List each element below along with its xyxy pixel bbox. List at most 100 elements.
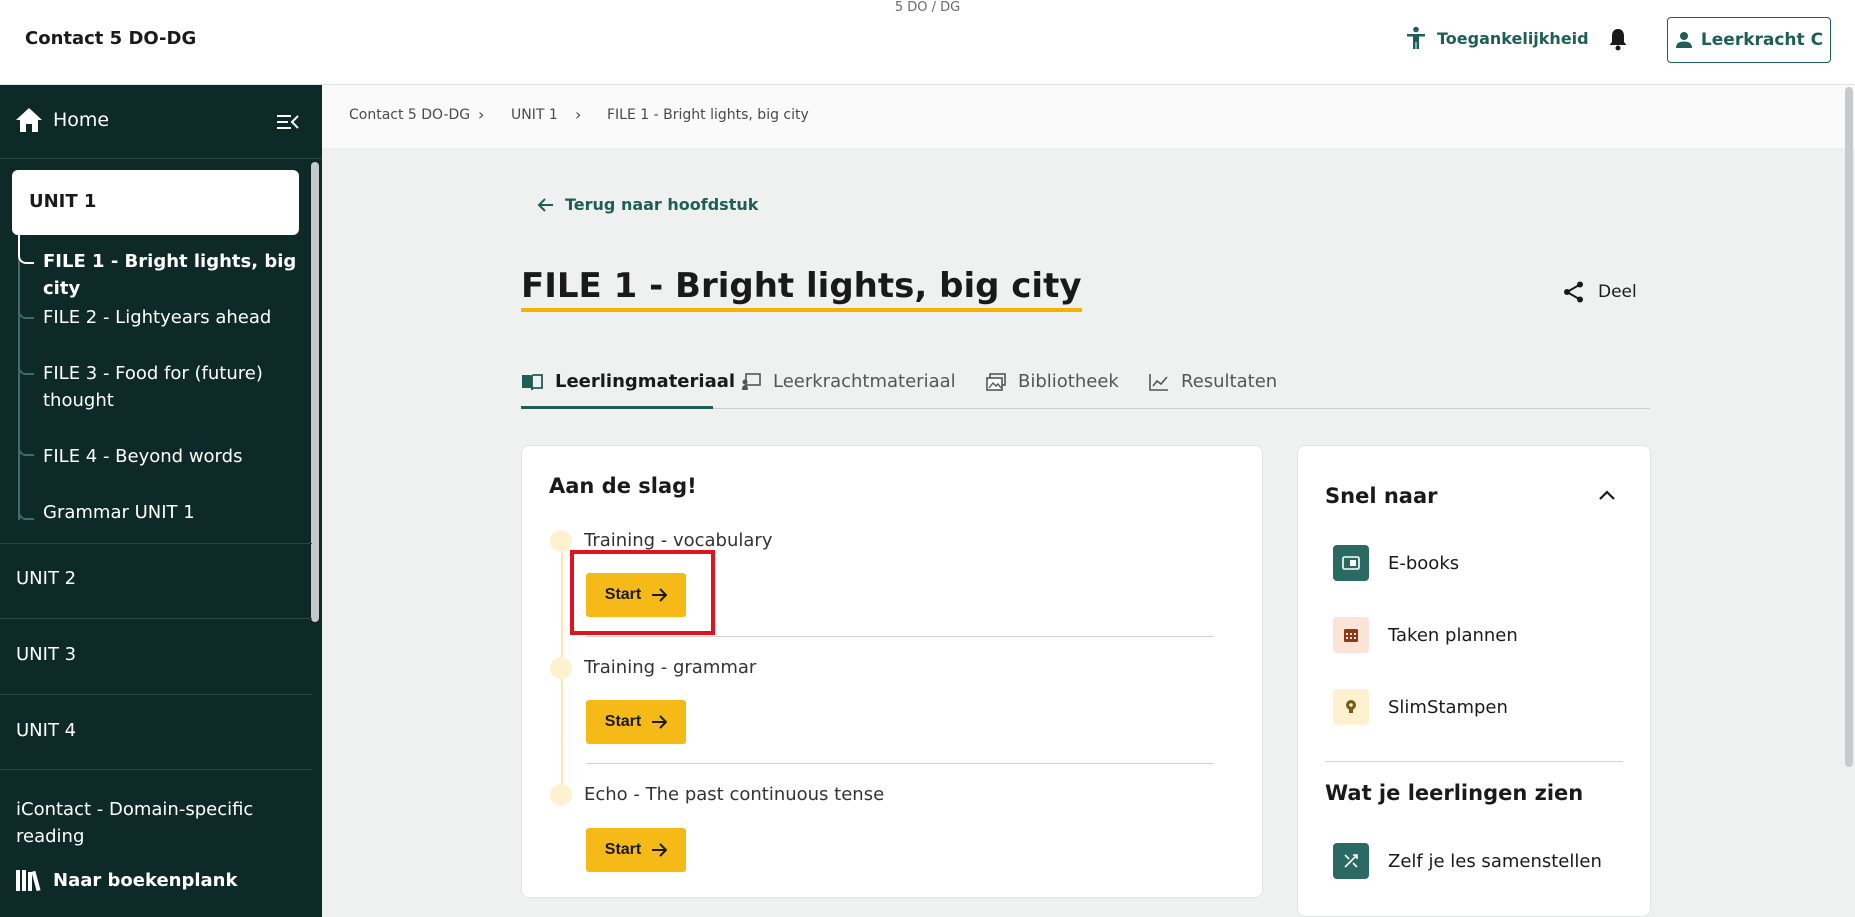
tab-label: Leerkrachtmateriaal bbox=[773, 371, 956, 392]
tab-label: Bibliotheek bbox=[1018, 371, 1119, 392]
chevron-up-icon bbox=[1599, 490, 1615, 500]
collapse-sidebar-button[interactable] bbox=[276, 113, 300, 135]
open-book-icon bbox=[522, 373, 543, 390]
arrow-right-icon bbox=[652, 843, 668, 857]
tree-elbow-active bbox=[18, 235, 34, 264]
user-label: Leerkracht C bbox=[1700, 30, 1824, 50]
timeline-dot bbox=[550, 657, 572, 679]
library-icon bbox=[986, 372, 1006, 391]
page-title: FILE 1 - Bright lights, big city bbox=[521, 266, 1082, 312]
sidebar-file-1[interactable]: FILE 1 - Bright lights, big city bbox=[43, 248, 305, 302]
calendar-icon bbox=[1333, 617, 1369, 653]
lesson-divider bbox=[586, 763, 1214, 764]
sidebar-scrollbar[interactable] bbox=[311, 162, 319, 622]
line-chart-icon bbox=[1149, 373, 1168, 391]
tree-tick bbox=[18, 508, 34, 520]
arrow-right-icon bbox=[652, 715, 668, 729]
accessibility-button[interactable]: Toegankelijkheid bbox=[1405, 26, 1589, 50]
share-icon bbox=[1564, 281, 1583, 303]
page-scrollbar[interactable] bbox=[1845, 87, 1853, 767]
user-icon bbox=[1675, 32, 1692, 48]
tab-leerlingmateriaal[interactable]: Leerlingmateriaal bbox=[521, 371, 735, 392]
collapse-panel-button[interactable] bbox=[1598, 486, 1616, 505]
bookshelf-icon bbox=[16, 870, 41, 892]
sidebar-icontact[interactable]: iContact - Domain-specific reading bbox=[0, 769, 312, 861]
user-menu-button[interactable]: Leerkracht C bbox=[1667, 17, 1831, 63]
home-label: Home bbox=[53, 109, 110, 131]
tab-leerkrachtmateriaal[interactable]: Leerkrachtmateriaal bbox=[741, 371, 956, 392]
sidebar-file-4[interactable]: FILE 4 - Beyond words bbox=[43, 443, 305, 470]
lessons-card: Aan de slag! Training - vocabulary Start… bbox=[521, 445, 1263, 898]
brain-icon bbox=[1333, 689, 1369, 725]
back-to-chapter-link[interactable]: Terug naar hoofdstuk bbox=[537, 195, 758, 214]
active-tab-indicator bbox=[521, 406, 713, 409]
content-tabs: Leerlingmateriaal Leerkrachtmateriaal Bi… bbox=[521, 364, 1650, 409]
share-button[interactable]: Deel bbox=[1562, 280, 1637, 304]
sidebar-unit-4[interactable]: UNIT 4 bbox=[0, 694, 312, 769]
lesson-title: Training - vocabulary bbox=[584, 530, 773, 551]
quick-link-zelf-les[interactable]: Zelf je les samenstellen bbox=[1333, 843, 1602, 879]
accessibility-label: Toegankelijkheid bbox=[1437, 28, 1589, 48]
lesson-title: Echo - The past continuous tense bbox=[584, 784, 885, 805]
quick-link-slimstampen[interactable]: SlimStampen bbox=[1333, 689, 1508, 725]
students-view-title: Wat je leerlingen zien bbox=[1325, 781, 1584, 805]
timeline-dot bbox=[550, 784, 572, 806]
quick-link-label: E-books bbox=[1388, 552, 1460, 574]
back-label: Terug naar hoofdstuk bbox=[565, 195, 759, 214]
tab-bibliotheek[interactable]: Bibliotheek bbox=[986, 371, 1119, 392]
breadcrumb-separator-icon: › bbox=[575, 105, 582, 124]
sidebar-unit-1[interactable]: UNIT 1 bbox=[12, 170, 299, 235]
sidebar: Home UNIT 1 FILE 1 - Bright lights, big … bbox=[0, 85, 322, 917]
tree-tick bbox=[18, 307, 34, 319]
quick-link-ebooks[interactable]: E-books bbox=[1333, 545, 1459, 581]
sidebar-home-row: Home bbox=[0, 85, 322, 159]
tab-label: Resultaten bbox=[1181, 371, 1278, 392]
sidebar-unit-3[interactable]: UNIT 3 bbox=[0, 618, 312, 694]
highlight-box bbox=[570, 550, 715, 635]
breadcrumb-item[interactable]: UNIT 1 bbox=[511, 107, 558, 123]
tree-tick bbox=[18, 363, 34, 375]
quick-link-label: Zelf je les samenstellen bbox=[1388, 850, 1602, 872]
timeline-dot bbox=[550, 530, 572, 552]
top-header: 5 DO / DG Contact 5 DO-DG Toegankelijkhe… bbox=[0, 0, 1855, 85]
share-label: Deel bbox=[1598, 282, 1637, 302]
quick-link-label: Taken plannen bbox=[1388, 624, 1518, 646]
breadcrumb-separator-icon: › bbox=[478, 105, 485, 124]
accessibility-icon bbox=[1407, 26, 1425, 49]
sidebar-grammar-unit-1[interactable]: Grammar UNIT 1 bbox=[43, 499, 305, 526]
bookshelf-link[interactable]: Naar boekenplank bbox=[15, 868, 237, 892]
arrow-left-icon bbox=[537, 197, 553, 212]
shuffle-icon bbox=[1333, 843, 1369, 879]
notifications-button[interactable] bbox=[1608, 27, 1628, 55]
lesson-title: Training - grammar bbox=[584, 657, 757, 678]
ebook-icon bbox=[1333, 545, 1369, 581]
class-subtitle: 5 DO / DG bbox=[894, 0, 961, 15]
bookshelf-label: Naar boekenplank bbox=[53, 869, 238, 891]
start-label: Start bbox=[604, 713, 642, 730]
start-button[interactable]: Start bbox=[586, 700, 686, 744]
card-title: Aan de slag! bbox=[549, 474, 697, 498]
breadcrumb: Contact 5 DO-DG › UNIT 1 › FILE 1 - Brig… bbox=[322, 85, 1855, 148]
tab-resultaten[interactable]: Resultaten bbox=[1149, 371, 1277, 392]
tab-label: Leerlingmateriaal bbox=[555, 371, 736, 392]
quick-links-title: Snel naar bbox=[1325, 484, 1438, 508]
sidebar-unit-2[interactable]: UNIT 2 bbox=[0, 543, 312, 618]
sidebar-file-3[interactable]: FILE 3 - Food for (future) thought bbox=[43, 360, 305, 414]
tree-line bbox=[18, 235, 20, 520]
presentation-icon bbox=[742, 372, 761, 390]
sidebar-file-2[interactable]: FILE 2 - Lightyears ahead bbox=[43, 304, 305, 331]
home-link[interactable]: Home bbox=[15, 107, 109, 133]
start-label: Start bbox=[604, 841, 642, 858]
app-title: Contact 5 DO-DG bbox=[25, 28, 197, 49]
quick-link-taken-plannen[interactable]: Taken plannen bbox=[1333, 617, 1518, 653]
quick-links-panel: Snel naar E-books Taken plannen SlimStam… bbox=[1297, 445, 1651, 917]
lesson-divider bbox=[586, 636, 1214, 637]
home-icon bbox=[16, 108, 42, 132]
tree-tick bbox=[18, 444, 34, 456]
collapse-menu-icon bbox=[277, 115, 299, 129]
quick-link-label: SlimStampen bbox=[1388, 696, 1508, 718]
breadcrumb-item[interactable]: Contact 5 DO-DG bbox=[349, 107, 470, 123]
bell-icon bbox=[1609, 29, 1627, 51]
breadcrumb-current: FILE 1 - Bright lights, big city bbox=[607, 107, 809, 123]
start-button[interactable]: Start bbox=[586, 828, 686, 872]
